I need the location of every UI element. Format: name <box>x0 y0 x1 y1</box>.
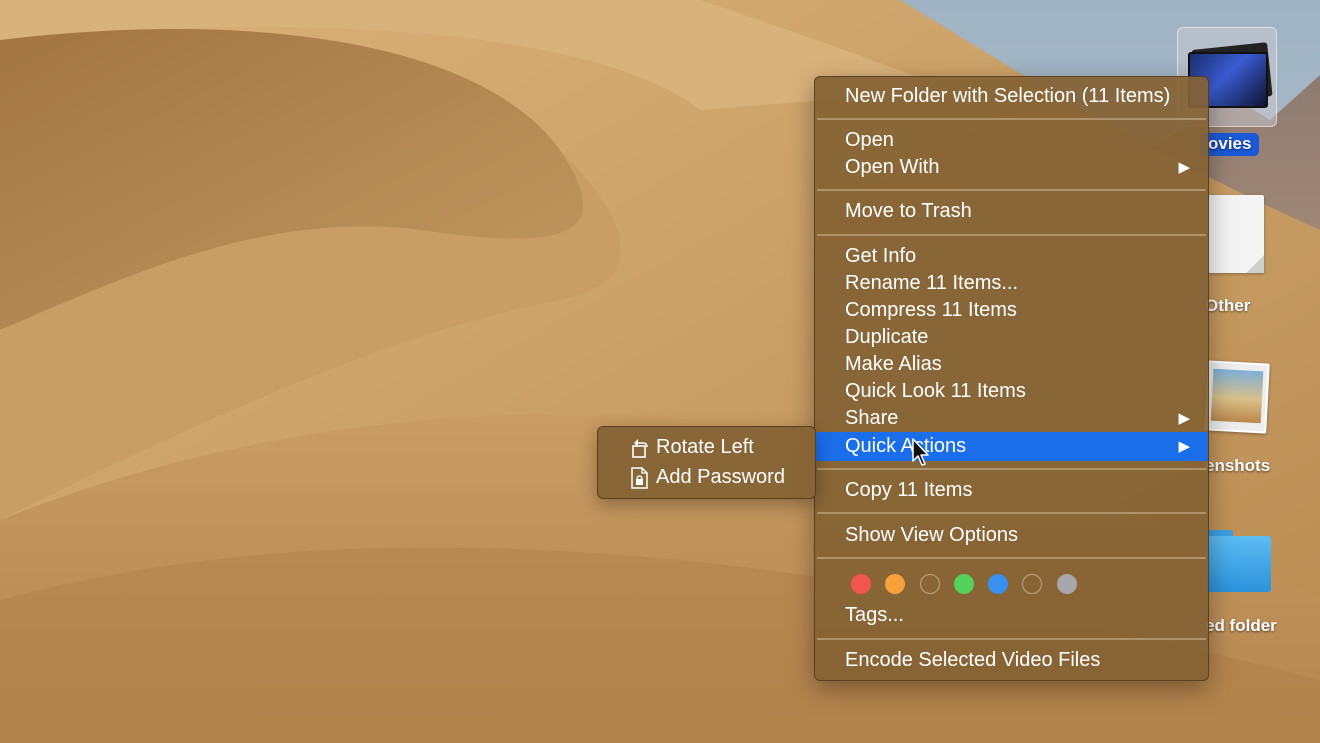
menu-item-move-to-trash[interactable]: Move to Trash <box>815 198 1208 225</box>
quick-actions-submenu: Rotate Left Add Password <box>597 426 816 499</box>
context-menu: New Folder with Selection (11 Items) Ope… <box>814 76 1209 681</box>
tag-gray[interactable] <box>1057 574 1077 594</box>
menu-item-label: Tags... <box>845 604 904 626</box>
rotate-left-icon <box>632 439 648 458</box>
tag-purple[interactable] <box>1022 574 1042 594</box>
tag-blue[interactable] <box>988 574 1008 594</box>
menu-item-quick-look[interactable]: Quick Look 11 Items <box>815 378 1208 405</box>
menu-item-new-folder-with-selection[interactable]: New Folder with Selection (11 Items) <box>815 83 1208 110</box>
menu-item-label: Open With <box>845 156 940 178</box>
menu-item-label: Get Info <box>845 245 917 267</box>
menu-item-compress[interactable]: Compress 11 Items <box>815 297 1208 324</box>
menu-separator <box>817 512 1206 514</box>
tag-yellow[interactable] <box>920 574 940 594</box>
submenu-item-label: Add Password <box>656 466 785 488</box>
menu-item-label: Quick Look 11 Items <box>845 380 1026 402</box>
menu-separator <box>817 557 1206 559</box>
menu-separator <box>817 638 1206 640</box>
tag-green[interactable] <box>954 574 974 594</box>
desktop-icon-label-folder[interactable]: ed folder <box>1205 616 1277 636</box>
submenu-item-rotate-left[interactable]: Rotate Left <box>598 434 815 461</box>
menu-item-label: Rename 11 Items... <box>845 272 1019 294</box>
menu-item-label: Copy 11 Items <box>845 479 973 501</box>
menu-item-tags[interactable]: Tags... <box>815 602 1208 629</box>
submenu-arrow-icon: ▶ <box>1178 410 1190 427</box>
menu-item-label: Make Alias <box>845 353 942 375</box>
menu-item-label: Quick Actions <box>845 435 967 457</box>
menu-item-label: Compress 11 Items <box>845 299 1017 321</box>
menu-item-encode-video[interactable]: Encode Selected Video Files <box>815 647 1208 674</box>
menu-item-show-view-options[interactable]: Show View Options <box>815 522 1208 549</box>
menu-item-label: Move to Trash <box>845 200 972 222</box>
menu-separator <box>817 234 1206 236</box>
document-icon[interactable] <box>1208 195 1264 273</box>
tag-red[interactable] <box>851 574 871 594</box>
menu-separator <box>817 468 1206 470</box>
desktop-icon-label-screenshots[interactable]: enshots <box>1205 456 1270 476</box>
menu-item-label: Duplicate <box>845 326 929 348</box>
menu-item-open-with[interactable]: Open With ▶ <box>815 154 1208 181</box>
menu-item-label: Encode Selected Video Files <box>845 649 1101 671</box>
menu-item-label: Share <box>845 407 899 429</box>
menu-separator <box>817 189 1206 191</box>
menu-item-make-alias[interactable]: Make Alias <box>815 351 1208 378</box>
submenu-item-label: Rotate Left <box>656 436 754 458</box>
menu-item-open[interactable]: Open <box>815 127 1208 154</box>
submenu-arrow-icon: ▶ <box>1178 159 1190 176</box>
menu-item-label: Show View Options <box>845 524 1019 546</box>
lock-document-icon <box>631 467 648 489</box>
mouse-pointer-icon <box>912 438 929 466</box>
submenu-arrow-icon: ▶ <box>1178 438 1190 455</box>
menu-item-label: Open <box>845 129 894 151</box>
menu-item-get-info[interactable]: Get Info <box>815 243 1208 270</box>
menu-separator <box>817 118 1206 120</box>
screenshot-image-icon[interactable] <box>1204 360 1270 434</box>
folder-icon[interactable] <box>1205 530 1271 592</box>
menu-item-label: New Folder with Selection (11 Items) <box>845 85 1171 107</box>
menu-item-duplicate[interactable]: Duplicate <box>815 324 1208 351</box>
folder-body <box>1205 536 1271 592</box>
menu-item-rename[interactable]: Rename 11 Items... <box>815 270 1208 297</box>
menu-item-share[interactable]: Share ▶ <box>815 405 1208 432</box>
menu-item-copy[interactable]: Copy 11 Items <box>815 477 1208 504</box>
screenshot-thumbnail <box>1210 368 1264 424</box>
submenu-item-add-password[interactable]: Add Password <box>598 464 815 491</box>
desktop-icon-label-other[interactable]: Other <box>1205 296 1250 316</box>
menu-item-quick-actions[interactable]: Quick Actions ▶ <box>815 432 1208 461</box>
tag-orange[interactable] <box>885 574 905 594</box>
